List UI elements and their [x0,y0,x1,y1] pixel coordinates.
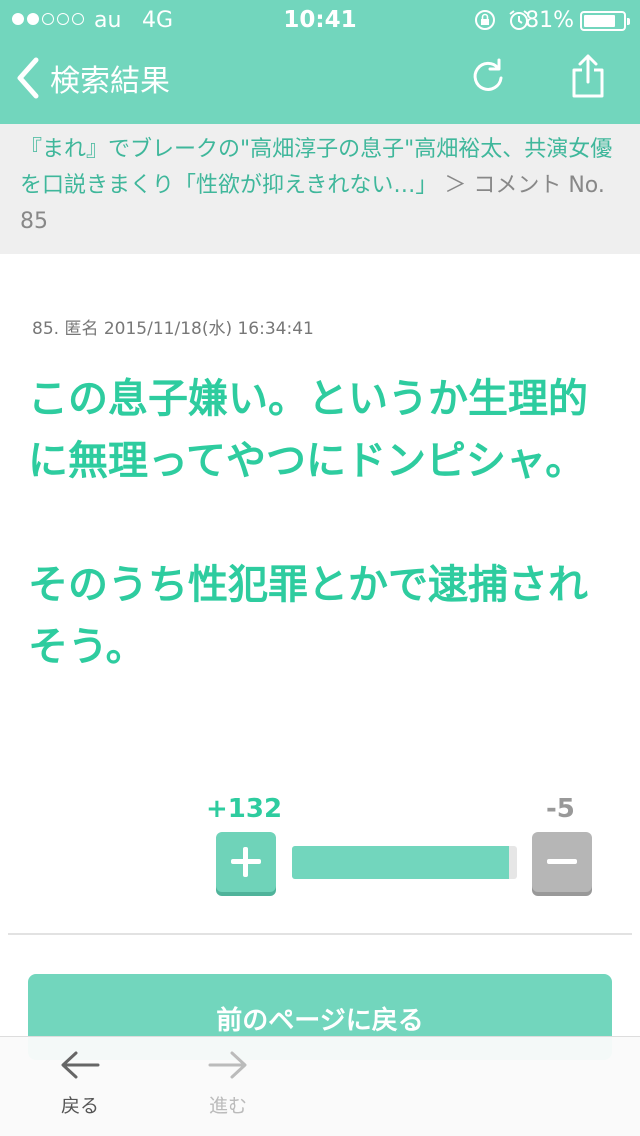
divider [8,933,632,935]
comment-paragraph: そのうち性犯罪とかで逮捕されそう。 [28,562,588,670]
minus-vote-count: -5 [546,794,575,824]
back-to-search-results-button[interactable]: 検索結果 [14,52,170,104]
share-button[interactable] [568,52,608,100]
chevron-left-icon [17,57,39,99]
share-icon [572,54,604,98]
reload-icon [473,58,503,91]
rotation-lock-icon [475,10,495,30]
vote-ratio-fill [292,846,509,879]
app-header: au 4G 10:41 81% 検索結果 [0,0,640,124]
arrow-left-icon [61,1051,100,1079]
vote-ratio-bar [292,846,517,879]
bottom-toolbar: 戻る 進む [0,1036,640,1136]
status-icons [474,9,530,31]
status-bar: au 4G 10:41 81% [0,0,640,40]
minus-icon [547,859,577,864]
plus-vote-count: +132 [206,794,283,824]
page: au 4G 10:41 81% 検索結果 『まれ』でブレークの"高畑淳子の息子"… [0,0,640,1136]
comment-meta: 85. 匿名 2015/11/18(水) 16:34:41 [32,319,314,339]
battery-icon [580,11,630,31]
toolbar-forward-label: 進む [208,1095,247,1117]
arrow-right-icon [208,1051,247,1079]
breadcrumb: 『まれ』でブレークの"高畑淳子の息子"高畑裕太、共演女優を口説きまくり「性欲が抑… [0,124,640,254]
plus-icon-stroke [243,847,248,877]
minus-vote-button[interactable] [532,832,592,892]
reload-button[interactable] [468,56,508,96]
toolbar-back-button[interactable]: 戻る [30,1049,130,1118]
toolbar-back-label: 戻る [60,1095,99,1117]
comment-body: この息子嫌い。というか生理的に無理ってやつにドンピシャ。 そのうち性犯罪とかで逮… [28,368,614,740]
comment-paragraph: この息子嫌い。というか生理的に無理ってやつにドンピシャ。 [28,376,588,484]
toolbar-forward-button[interactable]: 進む [178,1049,278,1118]
plus-vote-button[interactable] [216,832,276,892]
battery-percent: 81% [525,8,574,33]
back-button-label: 検索結果 [50,64,170,99]
battery-level-fill [584,15,615,27]
breadcrumb-separator: ＞ [437,173,474,198]
